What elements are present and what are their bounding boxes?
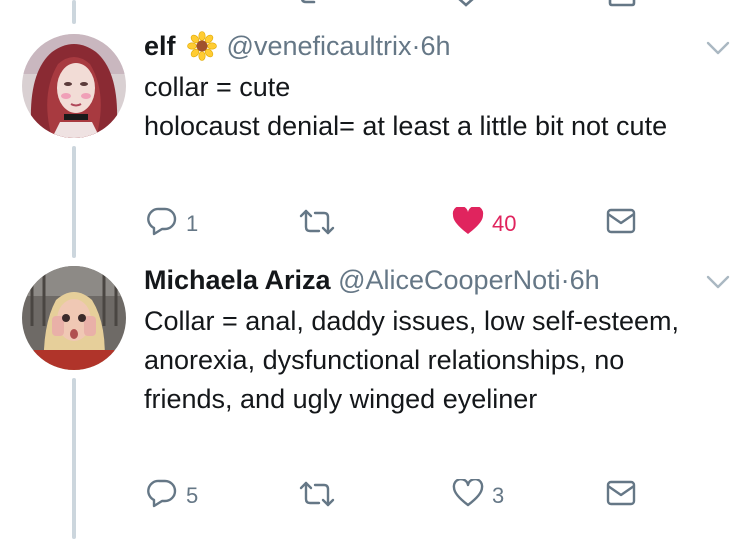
user-handle[interactable]: @AliceCooperNoti <box>338 265 561 295</box>
previous-retweet-icon[interactable] <box>300 0 332 11</box>
separator-dot: · <box>411 31 421 61</box>
separator-dot: · <box>560 265 570 295</box>
thread-line-middle <box>72 146 76 258</box>
timestamp[interactable]: 6h <box>570 265 600 295</box>
sunflower-emoji <box>187 31 217 68</box>
retweet-icon <box>299 480 335 513</box>
reply-button[interactable]: 5 <box>146 478 198 513</box>
tweet-header: elf @veneficaultrix·6h <box>144 30 451 68</box>
chevron-down-icon[interactable] <box>706 274 730 295</box>
retweet-button[interactable] <box>299 480 343 513</box>
retweet-icon <box>299 208 335 241</box>
envelope-icon <box>606 208 636 239</box>
previous-like-icon[interactable] <box>455 0 477 12</box>
reply-count: 1 <box>186 210 199 236</box>
tweet-text: Collar = anal, daddy issues, low self-es… <box>144 306 680 414</box>
envelope-icon <box>606 480 636 511</box>
avatar[interactable] <box>22 34 126 138</box>
previous-message-icon[interactable] <box>608 0 636 12</box>
like-button[interactable]: 3 <box>452 477 505 512</box>
heart-filled-icon <box>452 205 484 240</box>
user-handle[interactable]: @veneficaultrix <box>227 31 412 61</box>
direct-message-button[interactable] <box>606 480 636 511</box>
reply-icon <box>146 206 178 241</box>
like-count: 3 <box>492 482 505 508</box>
direct-message-button[interactable] <box>606 208 636 239</box>
chevron-down-icon[interactable] <box>706 40 730 61</box>
display-name[interactable]: Michaela Ariza <box>144 265 331 295</box>
heart-outline-icon <box>452 477 484 512</box>
retweet-button[interactable] <box>299 208 343 241</box>
reply-count: 5 <box>186 482 199 508</box>
like-button[interactable]: 40 <box>452 205 517 240</box>
thread-line-top <box>72 0 76 24</box>
timestamp[interactable]: 6h <box>421 31 451 61</box>
reply-icon <box>146 478 178 513</box>
tweet-text: collar = cute holocaust denial= at least… <box>144 72 668 141</box>
display-name[interactable]: elf <box>144 31 176 61</box>
tweet-header: Michaela Ariza @AliceCooperNoti·6h <box>144 264 600 296</box>
like-count: 40 <box>492 210 517 236</box>
thread-line-bottom <box>72 378 76 539</box>
reply-button[interactable]: 1 <box>146 206 198 241</box>
avatar[interactable] <box>22 266 126 370</box>
